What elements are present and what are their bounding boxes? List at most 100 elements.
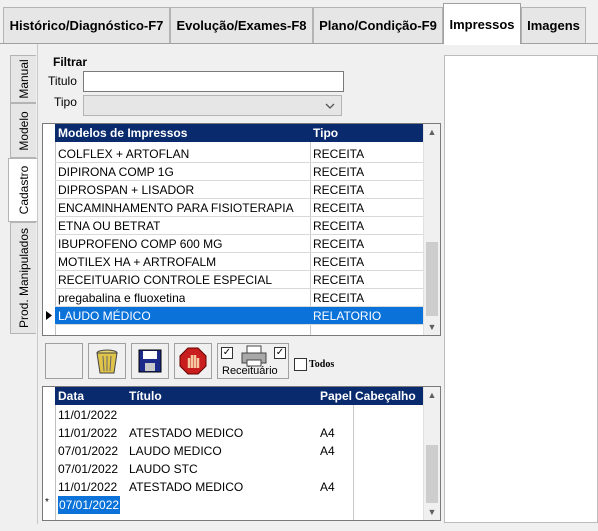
save-icon [138, 349, 162, 373]
model-name-cell: ENCAMINHAMENTO PARA FISIOTERAPIA [58, 201, 294, 215]
scroll-up-icon[interactable]: ▲ [424, 387, 440, 403]
document-row[interactable]: 07/01/2022 LAUDO STC [55, 460, 424, 478]
model-type-cell: RECEITA [313, 273, 365, 287]
delete-button[interactable] [88, 343, 126, 379]
receituario-check-right[interactable]: ✓ [274, 347, 286, 359]
side-tab-prod-manipulados[interactable]: Prod. Manipulados [10, 222, 36, 334]
tab-plano-condicao[interactable]: Plano/Condição-F9 [313, 7, 443, 43]
document-date-cell: 11/01/2022 [58, 480, 118, 494]
stop-button[interactable] [174, 343, 212, 379]
receituario-button[interactable]: ✓ ✓ Receituário [217, 343, 289, 379]
scroll-down-icon[interactable]: ▼ [424, 504, 440, 520]
scrollbar-thumb[interactable] [426, 445, 438, 503]
tab-label: Impressos [449, 16, 515, 32]
document-paper-cell: A4 [320, 444, 335, 458]
scroll-down-icon[interactable]: ▼ [424, 319, 440, 335]
models-grid-header: Modelos de Impressos Tipo [55, 124, 424, 142]
scroll-up-icon[interactable]: ▲ [424, 124, 440, 140]
model-type-cell: RECEITA [313, 237, 365, 251]
side-tab-manual[interactable]: Manual [10, 55, 36, 103]
scrollbar-thumb[interactable] [426, 242, 438, 316]
tab-impressos[interactable]: Impressos [443, 3, 521, 45]
model-row[interactable]: RECEITUARIO CONTROLE ESPECIAL RECEITA [55, 271, 424, 289]
todos-checkbox[interactable] [294, 358, 307, 371]
printer-icon [241, 345, 267, 367]
model-name-cell: DIPROSPAN + LISADOR [58, 183, 195, 197]
model-row[interactable]: ENCAMINHAMENTO PARA FISIOTERAPIA RECEITA [55, 199, 424, 217]
model-name-cell: pregabalina e fluoxetina [58, 291, 186, 305]
title-input[interactable] [83, 71, 344, 92]
documents-grid: * Data Título Papel Cabeçalho 11/01/2022… [42, 386, 441, 521]
stop-hand-icon [179, 347, 207, 375]
document-date-cell: 07/01/2022 [58, 444, 119, 458]
side-tab-label: Cadastro [16, 165, 31, 215]
side-tab-label: Prod. Manipulados [16, 227, 31, 329]
model-row[interactable]: IBUPROFENO COMP 600 MG RECEITA [55, 235, 424, 253]
model-type-cell: RECEITA [313, 291, 365, 305]
trash-icon [96, 349, 118, 374]
side-tab-label: Modelo [16, 110, 31, 151]
document-row[interactable]: 07/01/2022 LAUDO MEDICO A4 [55, 442, 424, 460]
model-type-cell: RECEITA [313, 183, 365, 197]
column-header-cabecalho[interactable]: Cabeçalho [355, 387, 416, 405]
document-paper-cell: A4 [320, 426, 335, 440]
document-paper-cell: A4 [320, 480, 335, 494]
tab-historico-diagnostico[interactable]: Histórico/Diagnóstico-F7 [3, 7, 170, 43]
side-tab-modelo[interactable]: Modelo [10, 103, 36, 158]
model-name-cell: RECEITUARIO CONTROLE ESPECIAL [58, 273, 273, 287]
column-header-papel[interactable]: Papel [320, 387, 352, 405]
model-name-cell: IBUPROFENO COMP 600 MG [58, 237, 223, 251]
column-header-tipo[interactable]: Tipo [313, 124, 338, 142]
side-tab-label: Manual [16, 59, 31, 99]
document-row[interactable]: 07/01/2022 [55, 496, 424, 514]
model-row[interactable]: DIPROSPAN + LISADOR RECEITA [55, 181, 424, 199]
model-name-cell: DIPIRONA COMP 1G [58, 165, 174, 179]
model-name-cell: COLFLEX + ARTOFLAN [58, 147, 190, 161]
chevron-down-icon [325, 103, 335, 109]
models-grid: Modelos de Impressos Tipo COLFLEX + ARTO… [42, 123, 441, 336]
document-title-cell: ATESTADO MEDICO [129, 480, 244, 494]
document-row[interactable]: 11/01/2022 ATESTADO MEDICO A4 [55, 478, 424, 496]
model-type-cell: RECEITA [313, 201, 365, 215]
document-date-cell: 11/01/2022 [58, 408, 118, 422]
type-select[interactable] [83, 95, 342, 116]
document-date-cell: 07/01/2022 [58, 496, 121, 514]
model-row[interactable]: pregabalina e fluoxetina RECEITA [55, 289, 424, 307]
column-header-data[interactable]: Data [58, 387, 84, 405]
model-row[interactable]: COLFLEX + ARTOFLAN RECEITA [55, 145, 424, 163]
document-title-cell: ATESTADO MEDICO [129, 426, 244, 440]
model-type-cell: RELATORIO [313, 309, 382, 323]
filter-group-label: Filtrar [53, 55, 88, 69]
tab-evolucao-exames[interactable]: Evolução/Exames-F8 [170, 7, 313, 43]
models-grid-scrollbar[interactable]: ▲ ▼ [423, 124, 440, 335]
document-row[interactable]: 11/01/2022 [55, 406, 424, 424]
main-tab-bar: Histórico/Diagnóstico-F7 Evolução/Exames… [0, 0, 598, 45]
model-row[interactable]: ETNA OU BETRAT RECEITA [55, 217, 424, 235]
title-label: Titulo [48, 74, 77, 88]
column-header-modelos[interactable]: Modelos de Impressos [58, 124, 187, 142]
preview-panel [444, 55, 598, 523]
document-row[interactable]: 11/01/2022 ATESTADO MEDICO A4 [55, 424, 424, 442]
documents-grid-scrollbar[interactable]: ▲ ▼ [423, 387, 440, 520]
document-title-cell: LAUDO MEDICO [129, 444, 222, 458]
tab-imagens[interactable]: Imagens [521, 7, 586, 43]
blank-button[interactable] [45, 343, 83, 379]
receituario-label: Receituário [222, 365, 278, 377]
model-name-cell: LAUDO MÉDICO [58, 309, 151, 323]
type-label: Tipo [54, 95, 77, 109]
model-row[interactable]: MOTILEX HA + ARTROFALM RECEITA [55, 253, 424, 271]
save-button[interactable] [131, 343, 169, 379]
model-type-cell: RECEITA [313, 255, 365, 269]
column-header-titulo[interactable]: Título [129, 387, 162, 405]
model-row[interactable]: LAUDO MÉDICO RELATORIO [55, 307, 424, 325]
model-row[interactable]: DIPIRONA COMP 1G RECEITA [55, 163, 424, 181]
tab-label: Evolução/Exames-F8 [176, 18, 307, 33]
side-tab-cadastro[interactable]: Cadastro [8, 158, 38, 222]
model-type-cell: RECEITA [313, 147, 365, 161]
todos-label: Todos [309, 359, 335, 370]
current-row-marker-icon [46, 311, 52, 320]
receituario-check-left[interactable]: ✓ [221, 347, 233, 359]
model-name-cell: ETNA OU BETRAT [58, 219, 161, 233]
model-type-cell: RECEITA [313, 219, 365, 233]
model-type-cell: RECEITA [313, 165, 365, 179]
